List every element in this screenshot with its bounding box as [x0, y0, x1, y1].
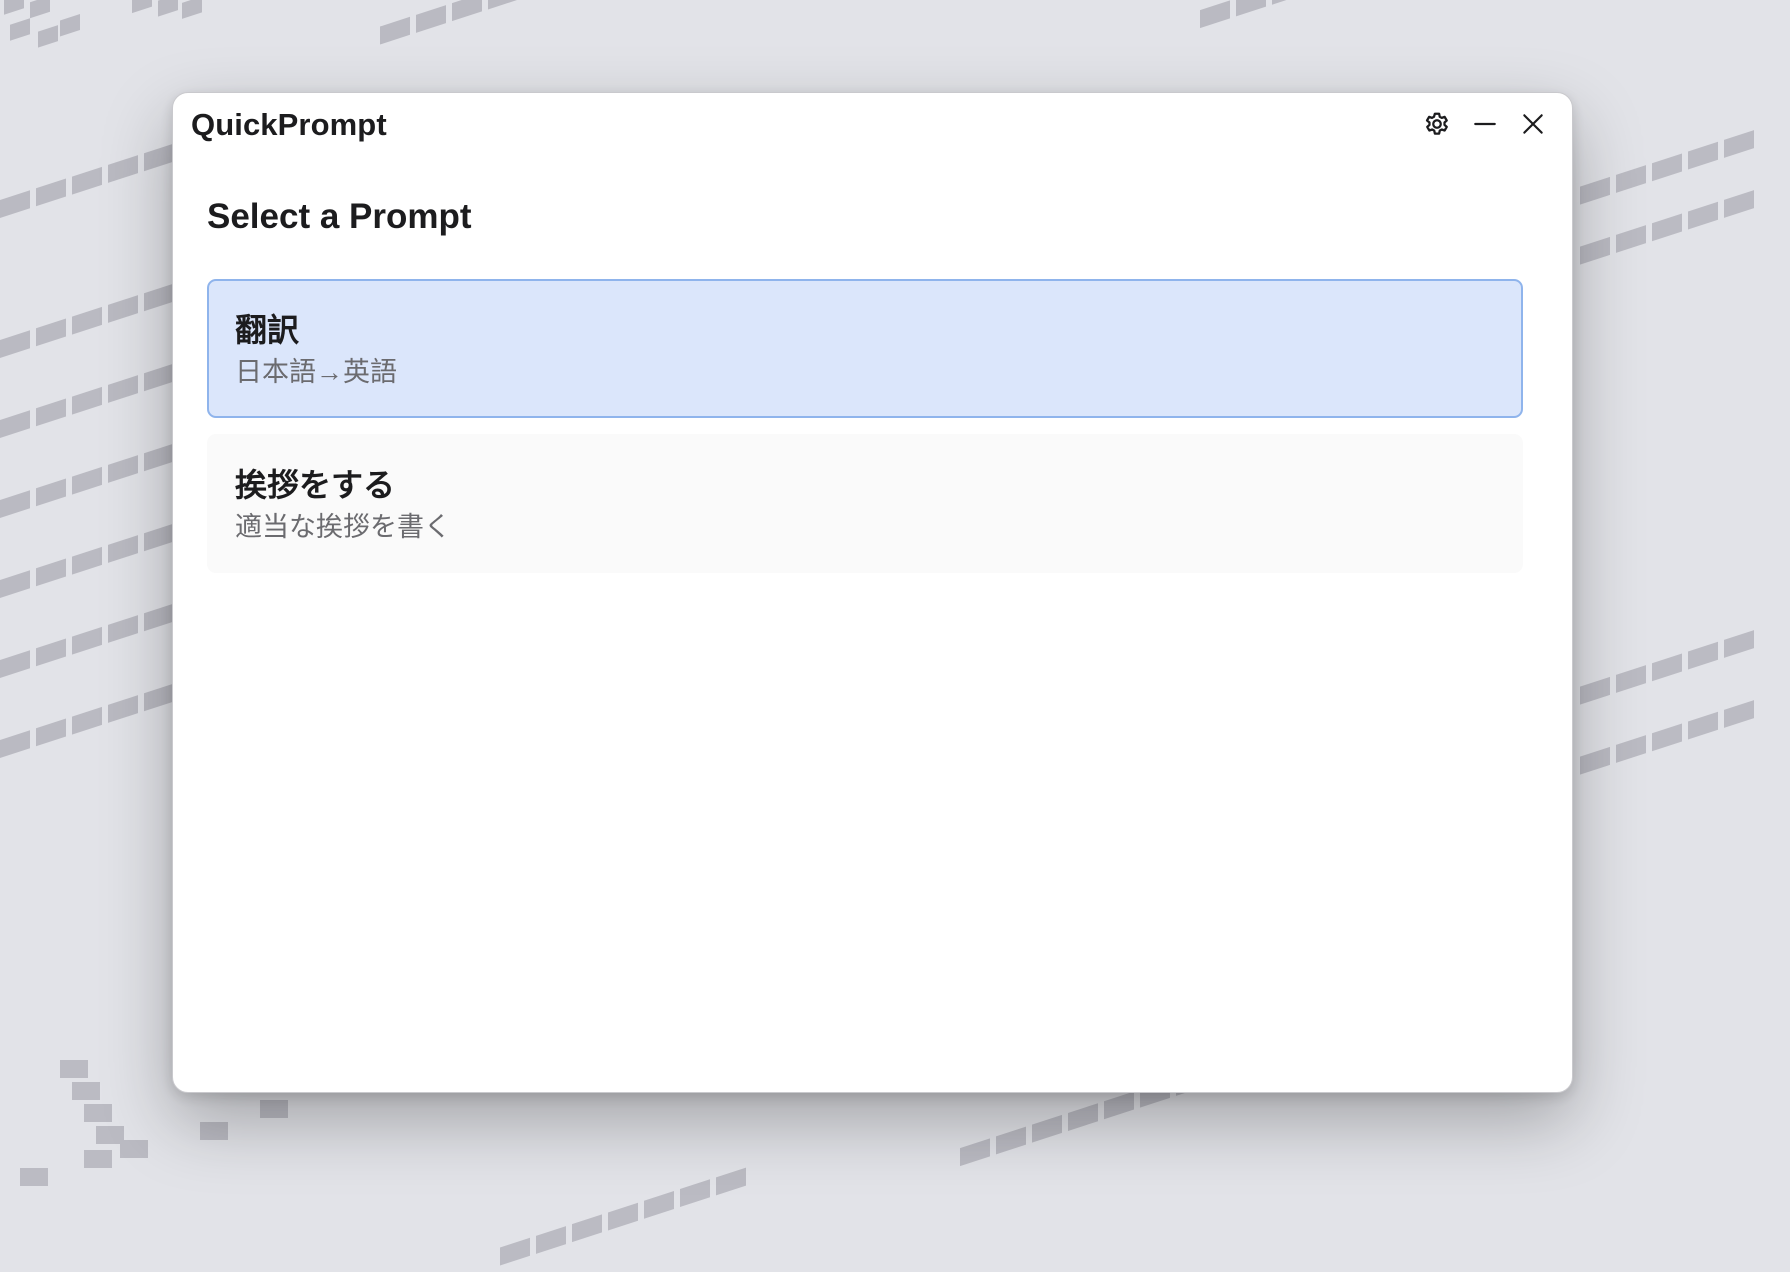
- prompt-description: 適当な挨拶を書く: [235, 512, 451, 542]
- close-icon: [1520, 111, 1546, 137]
- quickprompt-window: QuickPrompt Select a Prompt 翻訳 日本語→英語 挨拶…: [172, 92, 1573, 1093]
- prompt-description: 日本語→英語: [235, 357, 397, 387]
- prompt-item-greeting[interactable]: 挨拶をする 適当な挨拶を書く: [207, 434, 1523, 573]
- page-title: Select a Prompt: [207, 197, 472, 236]
- prompt-list: 翻訳 日本語→英語 挨拶をする 適当な挨拶を書く: [207, 279, 1523, 589]
- gear-icon: [1422, 109, 1452, 139]
- title-bar[interactable]: QuickPrompt: [173, 93, 1572, 161]
- desktop-wallpaper: QuickPrompt Select a Prompt 翻訳 日本語→英語 挨拶…: [0, 0, 1790, 1272]
- app-title: QuickPrompt: [191, 107, 387, 142]
- window-controls: [1406, 107, 1550, 141]
- minus-icon: [1472, 111, 1498, 137]
- prompt-name: 翻訳: [235, 312, 300, 348]
- prompt-item-translate[interactable]: 翻訳 日本語→英語: [207, 279, 1523, 418]
- prompt-name: 挨拶をする: [235, 467, 396, 503]
- minimize-button[interactable]: [1468, 107, 1502, 141]
- settings-button[interactable]: [1420, 107, 1454, 141]
- close-button[interactable]: [1516, 107, 1550, 141]
